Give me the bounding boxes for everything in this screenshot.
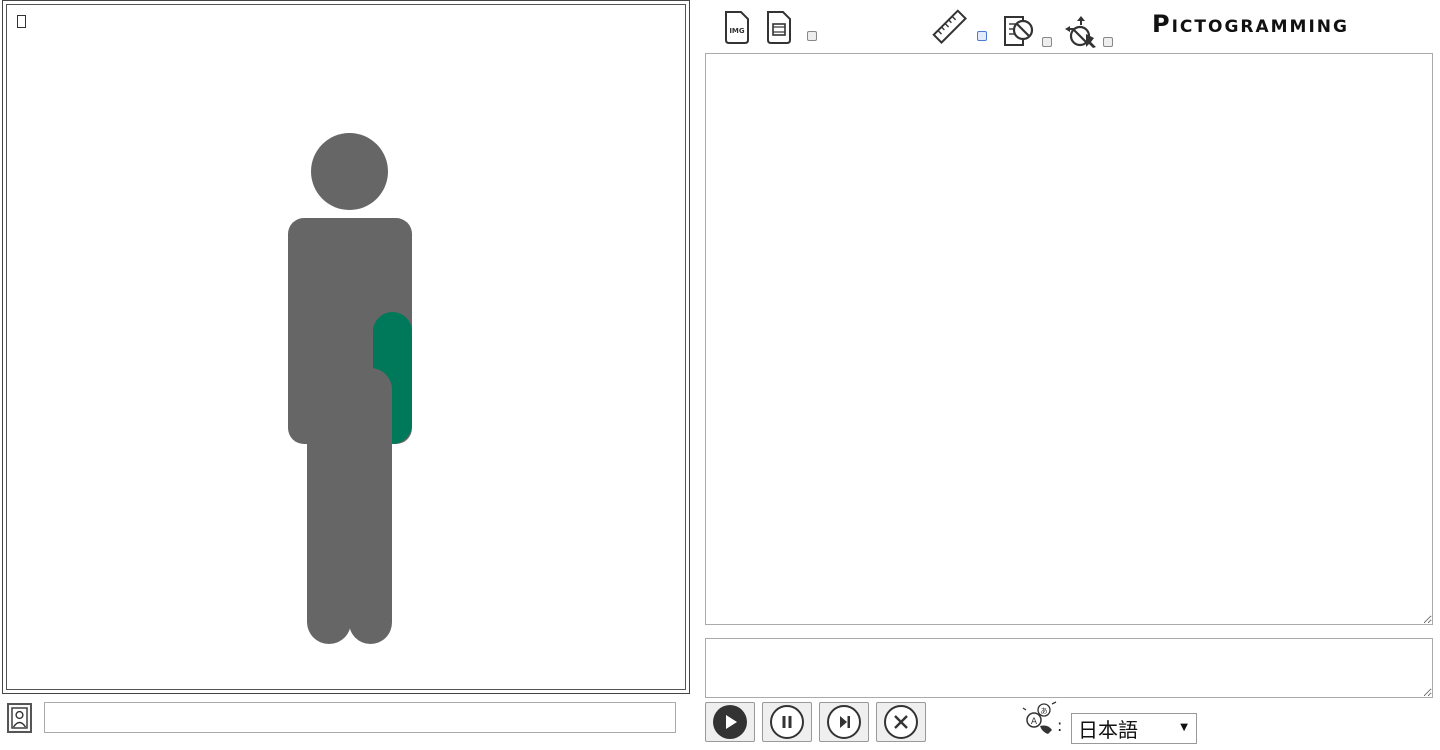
step-button[interactable] <box>819 702 869 742</box>
missing-glyph-icon <box>17 15 26 28</box>
language-separator: : <box>1057 716 1063 735</box>
ruler-checkbox[interactable] <box>977 31 987 41</box>
pause-icon <box>770 705 804 739</box>
avatar-button[interactable] <box>7 703 32 733</box>
app-title: Pictogramming <box>1152 10 1349 38</box>
svg-text:IMG: IMG <box>729 27 745 35</box>
language-icon: A あ <box>1022 701 1057 734</box>
movie-checkbox[interactable] <box>807 31 817 41</box>
pause-button[interactable] <box>762 702 812 742</box>
movie-export-icon[interactable] <box>763 9 795 45</box>
code-editor[interactable] <box>705 53 1433 625</box>
stop-icon <box>884 705 918 739</box>
svg-text:A: A <box>1031 717 1038 727</box>
play-icon <box>713 705 747 739</box>
play-button[interactable] <box>705 702 755 742</box>
figure-leg-right <box>349 368 392 644</box>
figure-leg-left <box>307 368 351 644</box>
console-output[interactable] <box>705 638 1433 698</box>
ruler-icon[interactable] <box>931 8 969 46</box>
stop-button[interactable] <box>876 702 926 742</box>
step-icon <box>827 705 861 739</box>
hide-code-icon[interactable] <box>1001 14 1039 50</box>
image-export-icon[interactable]: IMG <box>721 9 753 45</box>
avatar-icon <box>11 707 28 729</box>
command-input[interactable] <box>44 702 676 733</box>
language-selected: 日本語 <box>1078 718 1138 742</box>
pictogram-canvas[interactable] <box>2 0 690 694</box>
hide-checkbox[interactable] <box>1042 37 1052 47</box>
svg-text:あ: あ <box>1041 707 1048 715</box>
move-tool-icon[interactable] <box>1064 14 1100 50</box>
dropdown-caret-icon: ▼ <box>1180 722 1188 733</box>
language-select[interactable]: 日本語 ▼ <box>1071 713 1197 744</box>
move-checkbox[interactable] <box>1103 37 1113 47</box>
figure-head <box>311 133 388 210</box>
canvas-area[interactable] <box>6 4 686 690</box>
